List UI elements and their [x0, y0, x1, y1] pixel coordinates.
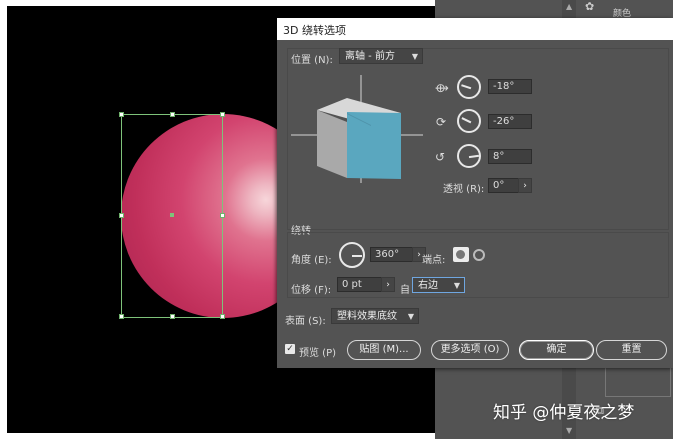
handle-top-left[interactable] — [119, 112, 124, 117]
offset-slider-arrow[interactable]: › — [381, 277, 395, 292]
revolve-path-line — [172, 114, 223, 318]
handle-bottom-left[interactable] — [119, 314, 124, 319]
handle-top-right[interactable] — [220, 112, 225, 117]
chevron-down-icon: ▼ — [411, 52, 418, 61]
z-rotation-dial[interactable] — [457, 144, 481, 168]
surface-label: 表面 (S): — [285, 316, 326, 327]
cap-label: 端点: — [422, 255, 446, 266]
perspective-label: 透视 (R): — [443, 184, 485, 195]
y-rotation-dial[interactable] — [457, 109, 481, 133]
scroll-up-icon[interactable]: ▲ — [566, 2, 572, 11]
perspective-slider-arrow[interactable]: › — [518, 178, 532, 193]
preview-label: 预览 (P) — [299, 348, 337, 359]
palette-icon[interactable]: ✿ — [585, 0, 603, 14]
x-rotation-dial[interactable] — [457, 75, 481, 99]
angle-input[interactable]: 360° — [370, 247, 414, 262]
panel-box — [605, 365, 671, 397]
cap-off-button[interactable] — [473, 249, 485, 261]
map-art-button[interactable]: 贴图 (M)... — [347, 340, 421, 360]
position-dropdown[interactable]: 离轴 - 前方 ▼ — [339, 48, 423, 64]
handle-bottom-center[interactable] — [170, 314, 175, 319]
rotation-track-cube[interactable] — [291, 73, 431, 193]
dialog-titlebar[interactable]: 3D 绕转选项 — [277, 18, 673, 40]
dialog-title: 3D 绕转选项 — [283, 24, 346, 37]
surface-dropdown[interactable]: 塑料效果底纹 ▼ — [331, 308, 419, 324]
z-rotation-input[interactable]: 8° — [488, 149, 532, 164]
angle-dial[interactable] — [339, 242, 365, 268]
position-value: 离轴 - 前方 — [345, 51, 395, 62]
handle-middle-right[interactable] — [220, 213, 225, 218]
chevron-down-icon: ▼ — [407, 312, 414, 321]
surface-value: 塑料效果底纹 — [337, 311, 397, 322]
offset-input[interactable]: 0 pt — [337, 277, 383, 292]
handle-bottom-right[interactable] — [220, 314, 225, 319]
y-rotation-input[interactable]: -26° — [488, 114, 532, 129]
x-axis-rotate-icon: ⟴ — [435, 81, 449, 95]
ok-button[interactable]: 确定 — [519, 340, 594, 360]
y-axis-rotate-icon: ⟳ — [436, 115, 447, 129]
perspective-input[interactable]: 0° — [488, 178, 520, 193]
from-dropdown[interactable]: 右边 ▼ — [412, 277, 465, 293]
handle-middle-left[interactable] — [119, 213, 124, 218]
handle-top-center[interactable] — [170, 112, 175, 117]
x-rotation-input[interactable]: -18° — [488, 79, 532, 94]
position-label: 位置 (N): — [291, 55, 333, 66]
more-options-button[interactable]: 更多选项 (O) — [431, 340, 509, 360]
center-point — [170, 213, 174, 217]
3d-revolve-options-dialog: 3D 绕转选项 位置 (N): 离轴 - 前方 ▼ ⟴ -18° ⟳ -26° … — [277, 18, 673, 368]
cap-on-button[interactable] — [453, 247, 469, 262]
from-label: 自 — [400, 285, 410, 296]
preview-checkbox[interactable]: ✓ — [285, 344, 295, 354]
watermark: 知乎 @仲夏夜之梦 — [493, 403, 635, 423]
offset-label: 位移 (F): — [291, 285, 332, 296]
scroll-down-icon[interactable]: ▼ — [566, 426, 572, 435]
angle-label: 角度 (E): — [291, 255, 332, 266]
z-axis-rotate-icon: ↺ — [435, 150, 446, 164]
from-value: 右边 — [418, 280, 438, 291]
reset-button[interactable]: 重置 — [596, 340, 667, 360]
chevron-down-icon: ▼ — [453, 281, 460, 290]
